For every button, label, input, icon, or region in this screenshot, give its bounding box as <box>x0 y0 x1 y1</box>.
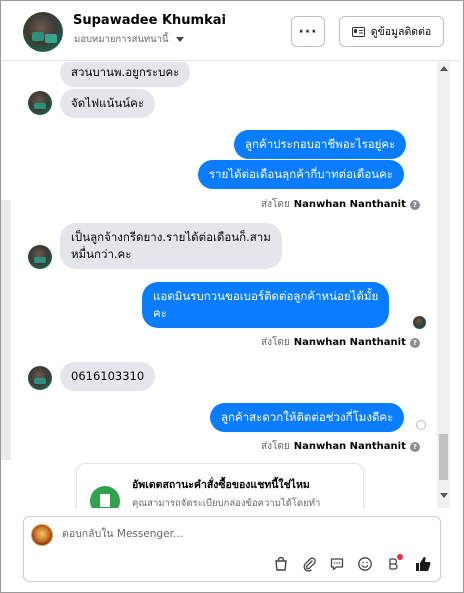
message-bubble-incoming: 0616103310 <box>60 362 156 391</box>
message-bubble-incoming: จัดไฟแน้นน์คะ <box>60 89 155 118</box>
sender-avatar <box>28 91 52 115</box>
message-bubble-incoming: เป็นลูกจ้างกรีดยาง.รายได้ต่อเดือนก็.สาม … <box>60 223 282 269</box>
conversation-header: Supawadee Khumkai มอบหมายการสนทนานี้ ···… <box>1 1 461 61</box>
notification-dot <box>397 554 403 560</box>
left-panel-edge <box>1 200 11 460</box>
page-avatar <box>31 524 53 546</box>
help-icon[interactable]: ? <box>409 199 420 210</box>
message-bubble-incoming: สวนบานพ.อยูกระบคะ <box>60 62 191 87</box>
message-bubble-outgoing: แอดมินรบกวนขอเบอร์ติดต่อลูกค้าหน่อยได้มั… <box>142 282 390 328</box>
help-icon[interactable]: ? <box>409 441 420 452</box>
message-bubble-outgoing: ลูกค้าสะดวกให้ติดต่อช่วงกี่โมงดีคะ <box>210 403 405 432</box>
message-thread[interactable]: สวนบานพ.อยูกระบคะ จัดไฟแน้นน์คะ ลูกค้าปร… <box>12 62 438 508</box>
view-contact-info-button[interactable]: ดูข้อมูลติดต่อ <box>339 16 444 47</box>
scroll-down-arrow-icon[interactable] <box>440 493 448 498</box>
sent-by-prefix: ส่งโดย <box>261 441 290 452</box>
like-icon[interactable] <box>412 553 434 575</box>
contact-avatar[interactable] <box>23 12 63 52</box>
saved-reply-icon[interactable] <box>326 553 348 575</box>
reply-composer <box>23 516 441 582</box>
assign-conversation-dropdown[interactable]: มอบหมายการสนทนานี้ <box>74 32 184 47</box>
paperclip-icon[interactable] <box>298 553 320 575</box>
assign-label: มอบหมายการสนทนานี้ <box>74 34 169 45</box>
shopping-bag-icon[interactable] <box>270 553 292 575</box>
card-title: อัพเดตสถานะคำสั่งซื้อของแชทนี้ใช่ไหม <box>132 479 310 491</box>
card-text: คุณสามารถจัดระเบียบกล่องข้อความได้โดยทำ <box>132 498 321 508</box>
message-bubble-outgoing: รายได้ต่อเดือนลุกค้ากี่บาทต่อเดือนคะ <box>198 160 405 189</box>
message-bubble-outgoing: ลูกค้าประกอบอาชีพอะไรอยู่คะ <box>234 130 407 159</box>
sent-by-agent: Nanwhan Nanthanit <box>293 337 406 348</box>
contact-card-icon <box>351 26 365 37</box>
emoji-icon[interactable] <box>354 553 376 575</box>
scrollbar-thumb[interactable] <box>439 434 448 480</box>
help-icon[interactable]: ? <box>409 337 420 348</box>
view-contact-info-label: ดูข้อมูลติดต่อ <box>370 26 432 38</box>
order-status-prompt-card[interactable]: อัพเดตสถานะคำสั่งซื้อของแชทนี้ใช่ไหม คุณ… <box>76 463 364 508</box>
sent-by-prefix: ส่งโดย <box>261 199 290 210</box>
sent-by-agent: Nanwhan Nanthanit <box>293 199 406 210</box>
read-receipt-avatar <box>413 316 426 329</box>
scroll-up-arrow-icon[interactable] <box>440 66 448 71</box>
message-line: คะ <box>153 306 167 320</box>
reply-input[interactable] <box>62 525 422 543</box>
sent-by-agent: Nanwhan Nanthanit <box>293 441 406 452</box>
sent-by-prefix: ส่งโดย <box>261 337 290 348</box>
sent-by-label: ส่งโดย Nanwhan Nanthanit ? <box>261 439 420 454</box>
message-line: เป็นลูกจ้างกรีดยาง.รายได้ต่อเดือนก็.สาม <box>71 230 271 244</box>
sent-by-label: ส่งโดย Nanwhan Nanthanit ? <box>261 197 420 212</box>
sent-status-icon <box>416 420 426 430</box>
document-icon <box>90 486 120 508</box>
message-line: แอดมินรบกวนขอเบอร์ติดต่อลูกค้าหน่อยได้มั… <box>153 289 379 303</box>
sender-avatar <box>28 245 52 269</box>
contact-name[interactable]: Supawadee Khumkai <box>73 13 226 28</box>
caret-down-icon <box>175 37 184 42</box>
bot-icon[interactable] <box>382 553 404 575</box>
sender-avatar <box>28 366 52 390</box>
sent-by-label: ส่งโดย Nanwhan Nanthanit ? <box>261 335 420 350</box>
more-options-button[interactable]: ··· <box>291 16 325 47</box>
message-line: หมื่นกว่า.คะ <box>71 247 132 261</box>
